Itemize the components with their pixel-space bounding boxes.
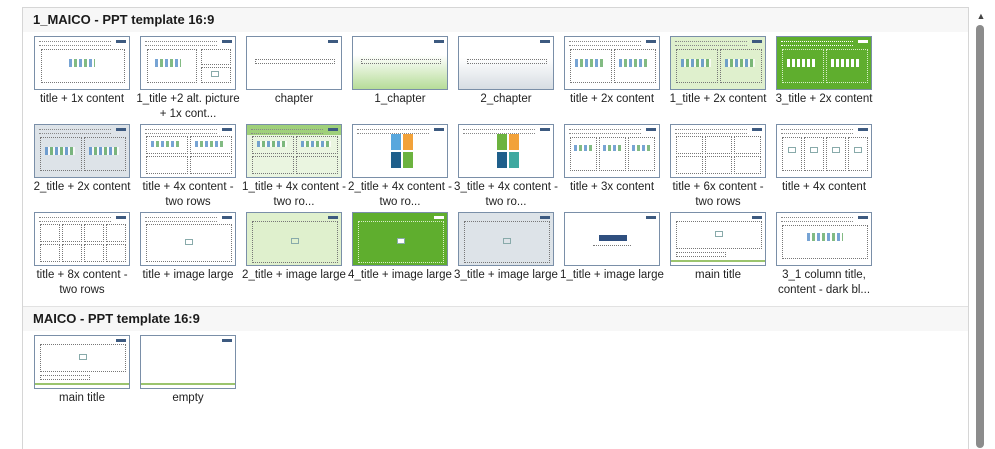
layout-item-3-1-column-title[interactable]: 3_1 column title, content - dark bl...	[771, 212, 877, 300]
section-header: MAICO - PPT template 16:9	[23, 306, 968, 331]
layout-caption: chapter	[274, 93, 314, 105]
layout-item-title-6x-content[interactable]: title + 6x content - two rows	[665, 124, 771, 212]
layout-thumbnail	[352, 124, 448, 178]
layout-caption: title + 8x content - two rows	[36, 269, 128, 296]
layout-item-1-chapter[interactable]: 1_chapter	[347, 36, 453, 124]
layout-thumbnail	[670, 124, 766, 178]
layout-caption: 1_chapter	[374, 93, 426, 105]
layout-item-1-title-4x-content[interactable]: 1_title + 4x content - two ro...	[241, 124, 347, 212]
layout-caption: title + 4x content - two rows	[142, 181, 234, 208]
layout-grid: main title empty	[23, 331, 968, 409]
layout-item-title-image-large[interactable]: title + image large	[135, 212, 241, 300]
layout-thumbnail	[34, 335, 130, 389]
layout-thumbnail	[776, 36, 872, 90]
layout-item-empty[interactable]: empty	[135, 335, 241, 409]
layout-thumbnail	[564, 212, 660, 266]
layout-caption: title + 6x content - two rows	[672, 181, 764, 208]
layout-thumbnail	[670, 36, 766, 90]
layout-caption: title + 2x content	[569, 93, 655, 105]
layout-item-title-8x-content[interactable]: title + 8x content - two rows	[29, 212, 135, 300]
layout-thumbnail	[458, 124, 554, 178]
layout-item-1-title-image-large[interactable]: 1_title + image large	[559, 212, 665, 300]
layout-thumbnail	[140, 124, 236, 178]
layout-caption: 2_title + 2x content	[33, 181, 131, 193]
layout-item-title-4x-content-two-rows[interactable]: title + 4x content - two rows	[135, 124, 241, 212]
layout-caption: 2_title + image large	[242, 269, 346, 281]
layout-caption: 1_title + image large	[560, 269, 664, 281]
layout-caption: title + 3x content	[569, 181, 655, 193]
layout-thumbnail	[458, 36, 554, 90]
layout-item-2-title-4x-content[interactable]: 2_title + 4x content - two ro...	[347, 124, 453, 212]
layout-caption: 3_title + 4x content - two ro...	[454, 181, 558, 208]
layout-item-2-chapter[interactable]: 2_chapter	[453, 36, 559, 124]
layout-item-main-title-2[interactable]: main title	[29, 335, 135, 409]
layout-caption: empty	[172, 392, 204, 404]
layout-item-2-title-image-large[interactable]: 2_title + image large	[241, 212, 347, 300]
layout-thumbnail	[776, 124, 872, 178]
layout-caption: 3_title + 2x content	[775, 93, 873, 105]
layout-thumbnail	[670, 212, 766, 266]
layout-caption: 1_title + 4x content - two ro...	[242, 181, 346, 208]
layout-item-title-2x-content[interactable]: title + 2x content	[559, 36, 665, 124]
layout-thumbnail	[776, 212, 872, 266]
layout-item-1-title-2x-content[interactable]: 1_title + 2x content	[665, 36, 771, 124]
layout-item-chapter[interactable]: chapter	[241, 36, 347, 124]
layout-thumbnail	[34, 124, 130, 178]
layout-caption: title + 4x content	[781, 181, 867, 193]
layout-thumbnail	[352, 212, 448, 266]
layout-thumbnail	[246, 36, 342, 90]
layout-item-3-title-4x-content[interactable]: 3_title + 4x content - two ro...	[453, 124, 559, 212]
layout-thumbnail	[140, 36, 236, 90]
layout-item-3-title-2x-content[interactable]: 3_title + 2x content	[771, 36, 877, 124]
layout-thumbnail	[246, 124, 342, 178]
layout-item-3-title-image-large[interactable]: 3_title + image large	[453, 212, 559, 300]
layout-caption: 2_chapter	[480, 93, 532, 105]
layout-item-4-title-image-large[interactable]: 4_title + image large	[347, 212, 453, 300]
layout-caption: 4_title + image large	[348, 269, 452, 281]
layout-thumbnail	[458, 212, 554, 266]
layout-caption: title + 1x content	[39, 93, 125, 105]
layout-gallery-panel: 1_MAICO - PPT template 16:9 title + 1x c…	[22, 7, 969, 449]
layout-thumbnail	[564, 124, 660, 178]
layout-caption: main title	[694, 269, 742, 281]
layout-caption: 2_title + 4x content - two ro...	[348, 181, 452, 208]
scrollbar-thumb[interactable]	[976, 25, 984, 448]
layout-caption: title + image large	[142, 269, 234, 281]
layout-thumbnail	[140, 335, 236, 389]
layout-caption: 1_title +2 alt. picture + 1x cont...	[136, 93, 240, 120]
layout-item-main-title[interactable]: main title	[665, 212, 771, 300]
layout-thumbnail	[34, 36, 130, 90]
layout-thumbnail	[246, 212, 342, 266]
layout-caption: main title	[58, 392, 106, 404]
layout-caption: 1_title + 2x content	[669, 93, 767, 105]
section-header: 1_MAICO - PPT template 16:9	[23, 8, 968, 32]
layout-item-title-4x-content[interactable]: title + 4x content	[771, 124, 877, 212]
layout-grid: title + 1x content 1_title +2 alt. pictu…	[23, 32, 968, 300]
scroll-up-arrow-icon[interactable]: ▲	[976, 11, 986, 21]
layout-thumbnail	[140, 212, 236, 266]
layout-item-title-3x-content[interactable]: title + 3x content	[559, 124, 665, 212]
layout-thumbnail	[564, 36, 660, 90]
layout-caption: 3_title + image large	[454, 269, 558, 281]
layout-item-1-title-2-alt-picture[interactable]: 1_title +2 alt. picture + 1x cont...	[135, 36, 241, 124]
layout-item-2-title-2x-content[interactable]: 2_title + 2x content	[29, 124, 135, 212]
layout-thumbnail	[352, 36, 448, 90]
layout-thumbnail	[34, 212, 130, 266]
layout-item-title-1x-content[interactable]: title + 1x content	[29, 36, 135, 124]
layout-caption: 3_1 column title, content - dark bl...	[777, 269, 871, 296]
